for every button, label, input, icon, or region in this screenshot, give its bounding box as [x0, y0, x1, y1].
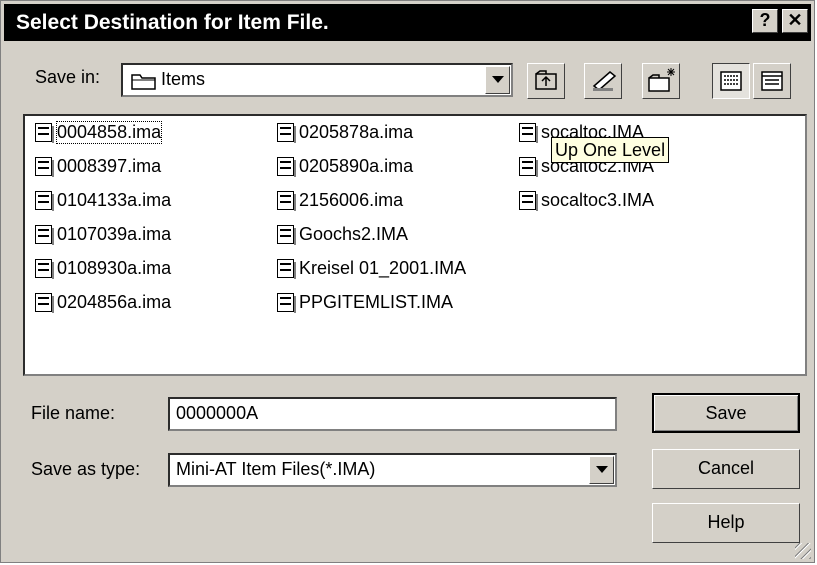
desktop-icon: [592, 71, 617, 91]
up-one-level-button[interactable]: [527, 63, 565, 99]
file-item[interactable]: Goochs2.IMA: [277, 220, 408, 248]
file-icon: [35, 224, 54, 245]
file-icon: [277, 156, 296, 177]
save-as-type-label: Save as type:: [31, 459, 141, 479]
title-bar[interactable]: Select Destination for Item File. ? ✕: [4, 4, 811, 41]
file-name: 0008397.ima: [57, 155, 162, 176]
save-button[interactable]: Save: [652, 393, 800, 433]
file-name-label: File name:: [31, 403, 116, 423]
file-name: 0204856a.ima: [57, 291, 172, 312]
file-icon: [277, 258, 296, 279]
new-folder-button[interactable]: [642, 63, 680, 99]
file-item[interactable]: Kreisel 01_2001.IMA: [277, 254, 466, 282]
file-item[interactable]: 0108930a.ima: [35, 254, 171, 282]
file-icon: [277, 122, 296, 143]
resize-grip[interactable]: [795, 543, 811, 559]
save-as-type-value: Mini-AT Item Files(*.IMA): [176, 459, 376, 479]
file-icon: [277, 292, 296, 313]
file-icon: [35, 156, 54, 177]
chevron-down-icon: [596, 466, 608, 473]
file-item[interactable]: 2156006.ima: [277, 186, 403, 214]
file-name: 0205878a.ima: [299, 121, 414, 142]
list-view-button[interactable]: [712, 63, 750, 99]
file-item[interactable]: 0107039a.ima: [35, 220, 171, 248]
file-icon: [277, 224, 296, 245]
file-name: socaltoc3.IMA: [541, 189, 655, 210]
up-folder-icon: [535, 70, 557, 90]
file-icon: [519, 122, 538, 143]
file-name: 0004858.ima: [55, 120, 163, 144]
file-icon: [35, 292, 54, 313]
save-as-type-dropdown-button[interactable]: [589, 456, 614, 484]
dialog-title: Select Destination for Item File.: [16, 11, 329, 34]
file-name: Goochs2.IMA: [299, 223, 409, 244]
file-list[interactable]: 0004858.ima 0008397.ima 0104133a.ima 010…: [23, 114, 807, 376]
file-item[interactable]: 0205890a.ima: [277, 152, 413, 180]
save-in-label: Save in:: [35, 67, 101, 87]
up-one-level-tooltip: Up One Level: [551, 137, 670, 163]
new-folder-icon: [648, 68, 675, 92]
file-name: 2156006.ima: [299, 189, 404, 210]
file-icon: [35, 258, 54, 279]
folder-icon: [131, 71, 157, 96]
save-dialog: Select Destination for Item File. ? ✕ Sa…: [0, 0, 815, 563]
save-in-value: Items: [161, 69, 206, 89]
file-icon: [519, 156, 538, 177]
file-icon: [35, 122, 54, 143]
file-item[interactable]: 0004858.ima: [35, 118, 163, 146]
chevron-down-icon: [492, 76, 504, 83]
file-item[interactable]: 0008397.ima: [35, 152, 161, 180]
file-name: PPGITEMLIST.IMA: [299, 291, 454, 312]
help-title-button[interactable]: ?: [752, 9, 778, 33]
file-icon: [519, 190, 538, 211]
file-item[interactable]: 0205878a.ima: [277, 118, 413, 146]
file-name-value: 0000000A: [176, 403, 259, 423]
file-item[interactable]: 0204856a.ima: [35, 288, 171, 316]
close-button[interactable]: ✕: [782, 9, 808, 33]
file-icon: [277, 190, 296, 211]
save-in-dropdown[interactable]: Items: [121, 63, 513, 97]
file-name-input[interactable]: 0000000A: [168, 397, 617, 431]
file-item[interactable]: 0104133a.ima: [35, 186, 171, 214]
help-button[interactable]: Help: [652, 503, 800, 543]
file-name: 0108930a.ima: [57, 257, 172, 278]
details-view-button[interactable]: [753, 63, 791, 99]
file-item[interactable]: PPGITEMLIST.IMA: [277, 288, 453, 316]
file-name: 0104133a.ima: [57, 189, 172, 210]
file-name: 0107039a.ima: [57, 223, 172, 244]
save-as-type-dropdown[interactable]: Mini-AT Item Files(*.IMA): [168, 453, 617, 487]
file-name: Kreisel 01_2001.IMA: [299, 257, 467, 278]
desktop-button[interactable]: [584, 63, 622, 99]
details-view-icon: [761, 71, 783, 91]
save-in-dropdown-button[interactable]: [485, 66, 510, 94]
cancel-button[interactable]: Cancel: [652, 449, 800, 489]
file-icon: [35, 190, 54, 211]
file-item[interactable]: socaltoc3.IMA: [519, 186, 654, 214]
list-view-icon: [720, 71, 742, 91]
file-name: 0205890a.ima: [299, 155, 414, 176]
